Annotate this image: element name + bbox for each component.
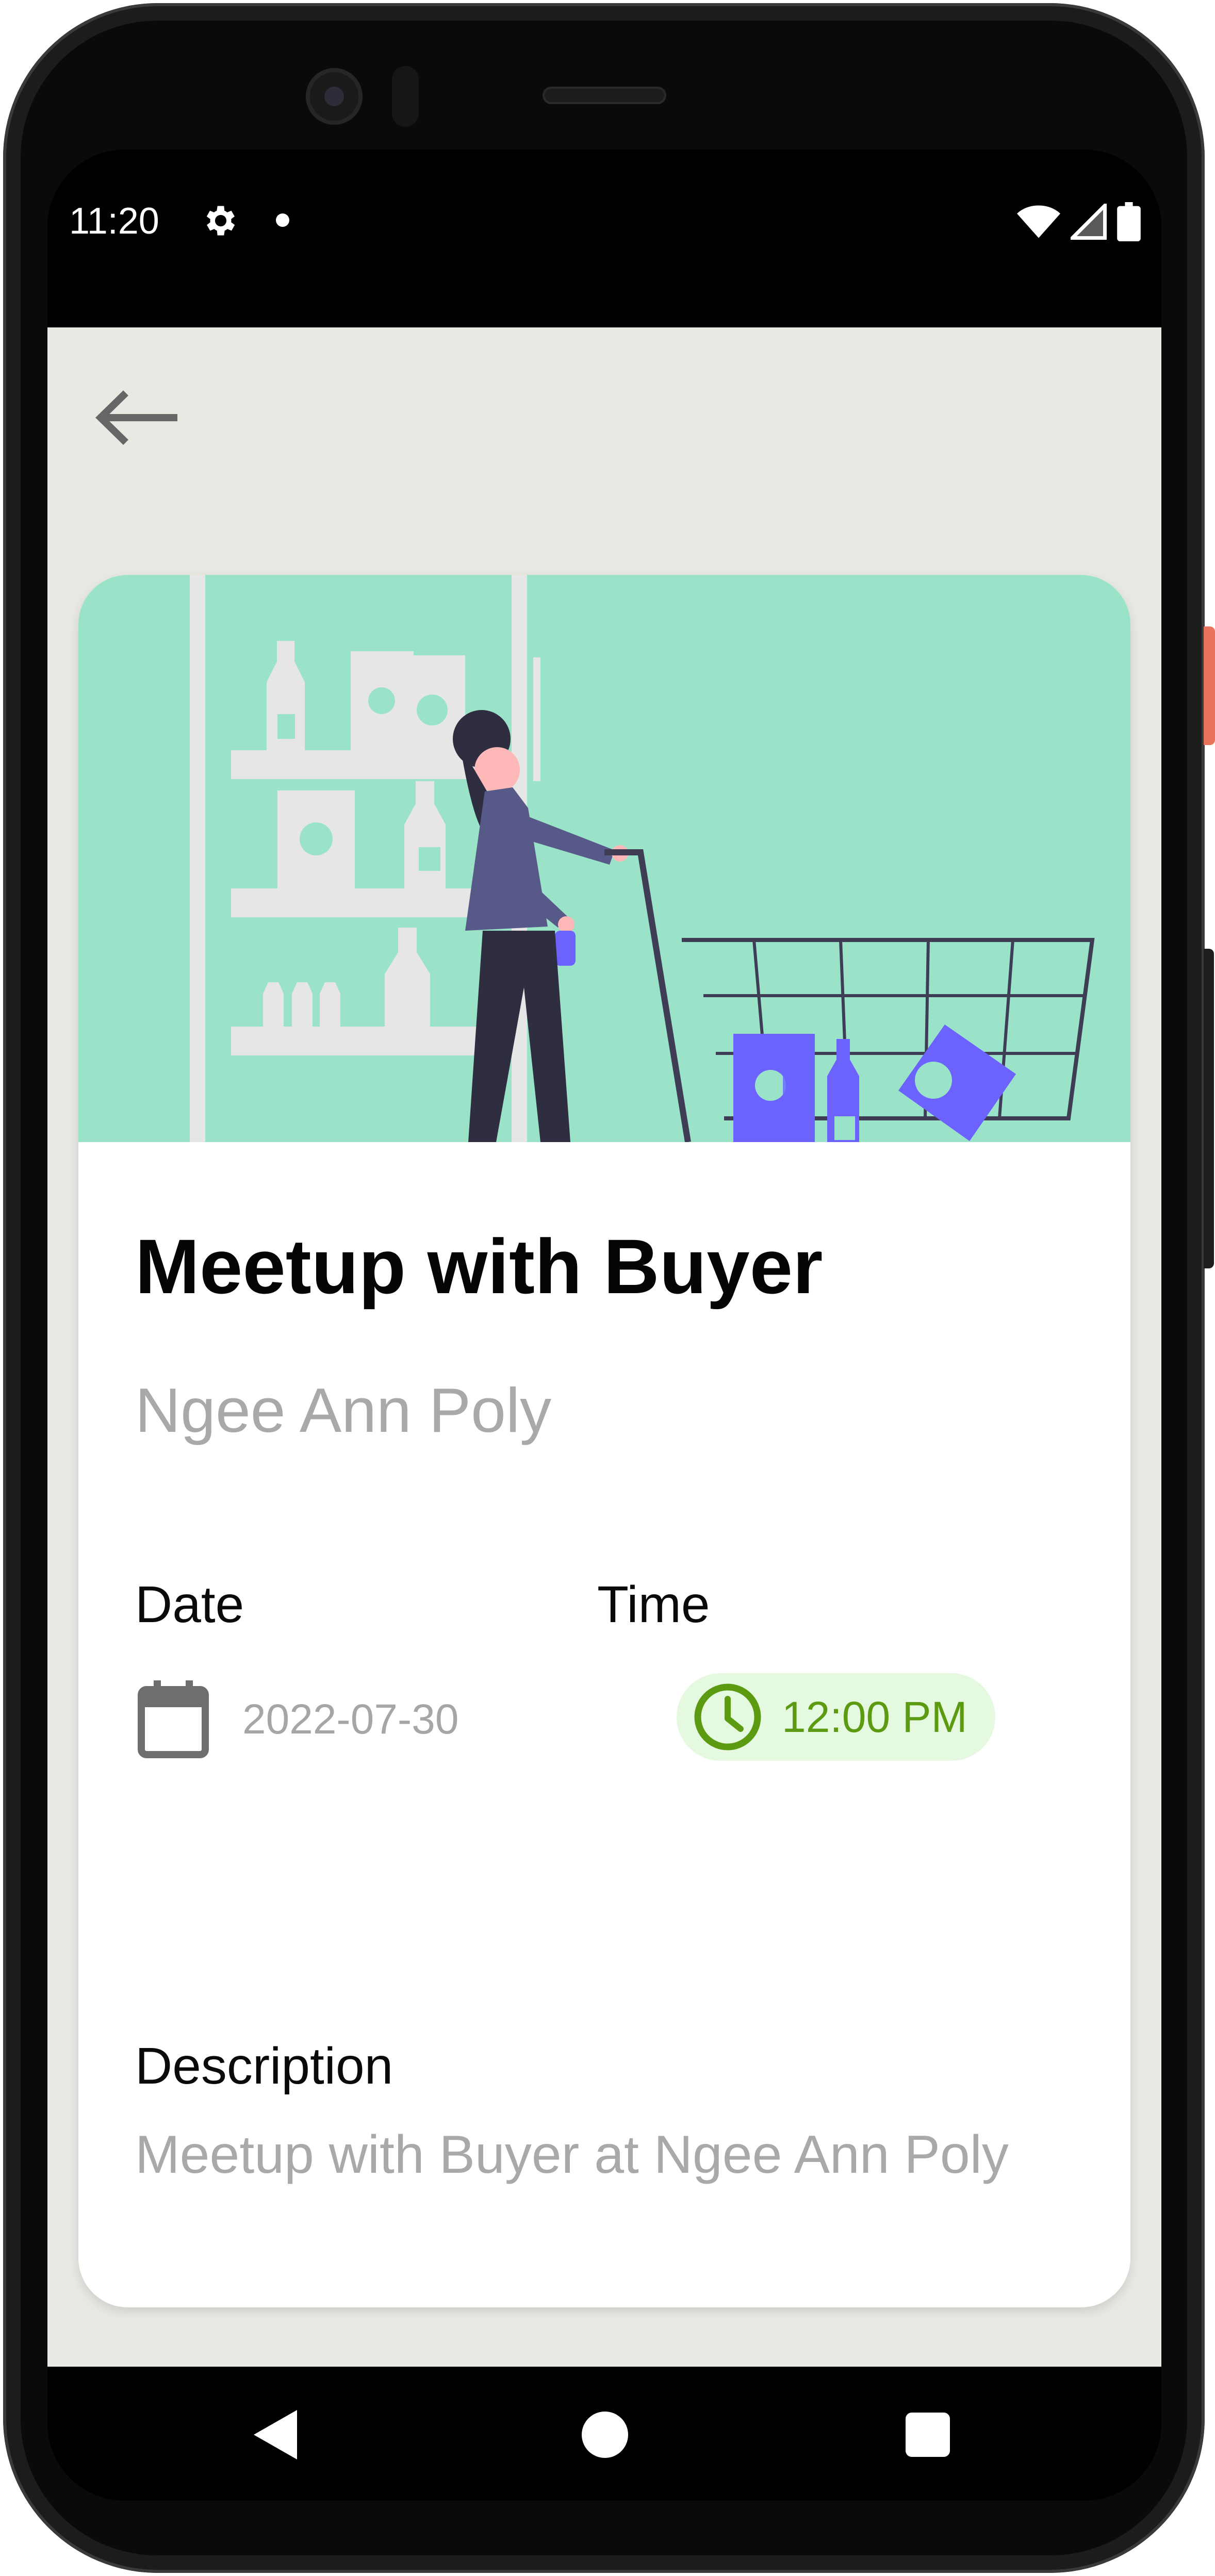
calendar-icon xyxy=(138,1680,209,1758)
hero-image xyxy=(78,575,1130,1143)
screen: 11:20 Meetup with Buyer Ngee Ann Poly Da… xyxy=(47,150,1161,2501)
notification-dot-icon xyxy=(276,213,289,227)
status-bar: 11:20 xyxy=(47,150,1161,327)
volume-button xyxy=(1204,949,1214,1268)
back-button[interactable] xyxy=(89,379,182,456)
event-card: Meetup with Buyer Ngee Ann Poly Date Tim… xyxy=(78,575,1130,2307)
event-title: Meetup with Buyer xyxy=(135,1223,823,1310)
cellular-signal-icon xyxy=(1071,204,1107,240)
navigation-bar xyxy=(47,2367,1161,2501)
description-text: Meetup with Buyer at Ngee Ann Poly xyxy=(135,2125,1009,2185)
date-value: 2022-07-30 xyxy=(242,1696,459,1743)
nav-home-icon[interactable] xyxy=(582,2412,628,2458)
battery-icon xyxy=(1117,202,1141,241)
status-icons xyxy=(1017,201,1141,242)
phone-device: 11:20 Meetup with Buyer Ngee Ann Poly Da… xyxy=(0,0,1215,2576)
time-chip[interactable]: 12:00 PM xyxy=(677,1673,995,1761)
time-value: 12:00 PM xyxy=(782,1692,967,1741)
nav-recents-icon[interactable] xyxy=(906,2413,950,2457)
event-location: Ngee Ann Poly xyxy=(135,1375,552,1445)
date-field[interactable]: 2022-07-30 xyxy=(135,1678,458,1761)
shopping-cart-illustration xyxy=(190,575,1095,1143)
proximity-sensor xyxy=(392,66,419,127)
arrow-left-icon xyxy=(95,390,177,445)
front-camera xyxy=(306,68,363,125)
clock-icon xyxy=(694,1683,761,1751)
power-button xyxy=(1204,626,1215,745)
status-time: 11:20 xyxy=(69,201,159,242)
wifi-icon xyxy=(1017,205,1060,238)
time-label: Time xyxy=(597,1576,710,1633)
nav-back-icon[interactable] xyxy=(254,2410,300,2459)
date-label: Date xyxy=(135,1576,244,1633)
settings-gear-icon xyxy=(206,206,235,236)
description-label: Description xyxy=(135,2037,393,2095)
event-detail-screen: Meetup with Buyer Ngee Ann Poly Date Tim… xyxy=(47,327,1161,2367)
earpiece-speaker xyxy=(543,87,666,104)
